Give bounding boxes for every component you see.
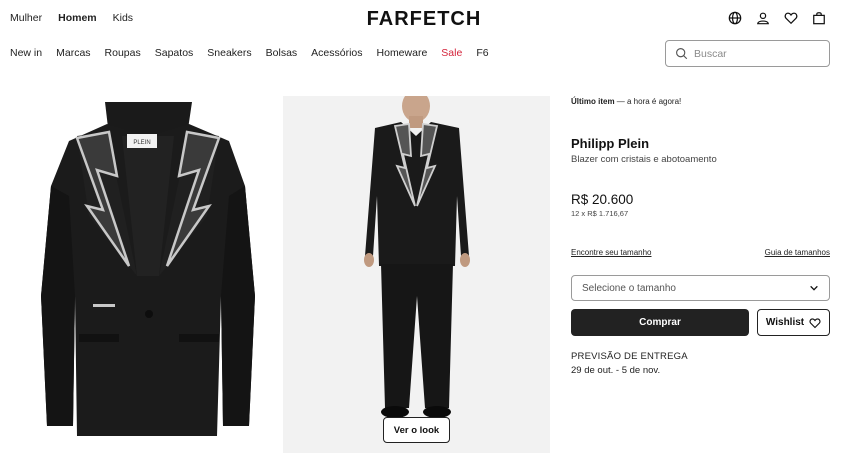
installments-text: 12 x R$ 1.716,67: [571, 209, 629, 218]
size-select[interactable]: Selecione o tamanho: [571, 275, 830, 301]
nav-sneakers[interactable]: Sneakers: [207, 47, 251, 59]
bag-icon[interactable]: [812, 11, 826, 25]
chevron-down-icon: [810, 285, 818, 291]
nav-sale[interactable]: Sale: [441, 47, 462, 59]
model-image: [364, 96, 470, 418]
wishlist-button[interactable]: Wishlist: [757, 309, 830, 336]
search-input[interactable]: [694, 47, 814, 60]
nav-marcas[interactable]: Marcas: [56, 47, 90, 59]
stock-note: — a hora é agora!: [614, 97, 682, 106]
nav-homeware[interactable]: Homeware: [377, 47, 428, 59]
view-look-button[interactable]: Ver o look: [383, 417, 450, 443]
delivery-label: PREVISÃO DE ENTREGA: [571, 351, 688, 362]
wishlist-heart-icon[interactable]: [784, 11, 798, 25]
nav-acessorios[interactable]: Acessórios: [311, 47, 362, 59]
blazer-image: PLEIN: [41, 102, 255, 436]
heart-icon: [809, 317, 821, 328]
product-description: Blazer com cristais e abotoamento: [571, 154, 717, 165]
search-icon: [676, 48, 688, 60]
wishlist-button-label: Wishlist: [765, 317, 805, 328]
stock-label: Último item: [571, 97, 615, 106]
search-box[interactable]: [665, 40, 830, 67]
nav-bolsas[interactable]: Bolsas: [266, 47, 298, 59]
size-guide-link[interactable]: Guia de tamanhos: [765, 248, 830, 257]
buy-button[interactable]: Comprar: [571, 309, 749, 336]
farfetch-logo[interactable]: FARFETCH: [0, 8, 848, 31]
label-tag-text: PLEIN: [133, 140, 150, 146]
nav-f6[interactable]: F6: [476, 47, 488, 59]
product-image-main[interactable]: PLEIN: [17, 96, 279, 453]
account-icon[interactable]: [756, 11, 770, 25]
delivery-date: 29 de out. - 5 de nov.: [571, 365, 661, 376]
nav-new-in[interactable]: New in: [10, 47, 42, 59]
product-price: R$ 20.600: [571, 192, 634, 207]
size-select-label: Selecione o tamanho: [582, 282, 676, 294]
nav-roupas[interactable]: Roupas: [105, 47, 141, 59]
nav-sapatos[interactable]: Sapatos: [155, 47, 194, 59]
header-icons: [728, 11, 826, 25]
stock-notice: Último item — a hora é agora!: [571, 97, 681, 106]
product-brand[interactable]: Philipp Plein: [571, 136, 649, 151]
find-size-link[interactable]: Encontre seu tamanho: [571, 248, 652, 257]
product-image-model[interactable]: [283, 96, 550, 453]
category-nav: New in Marcas Roupas Sapatos Sneakers Bo…: [10, 47, 489, 59]
globe-icon[interactable]: [728, 11, 742, 25]
